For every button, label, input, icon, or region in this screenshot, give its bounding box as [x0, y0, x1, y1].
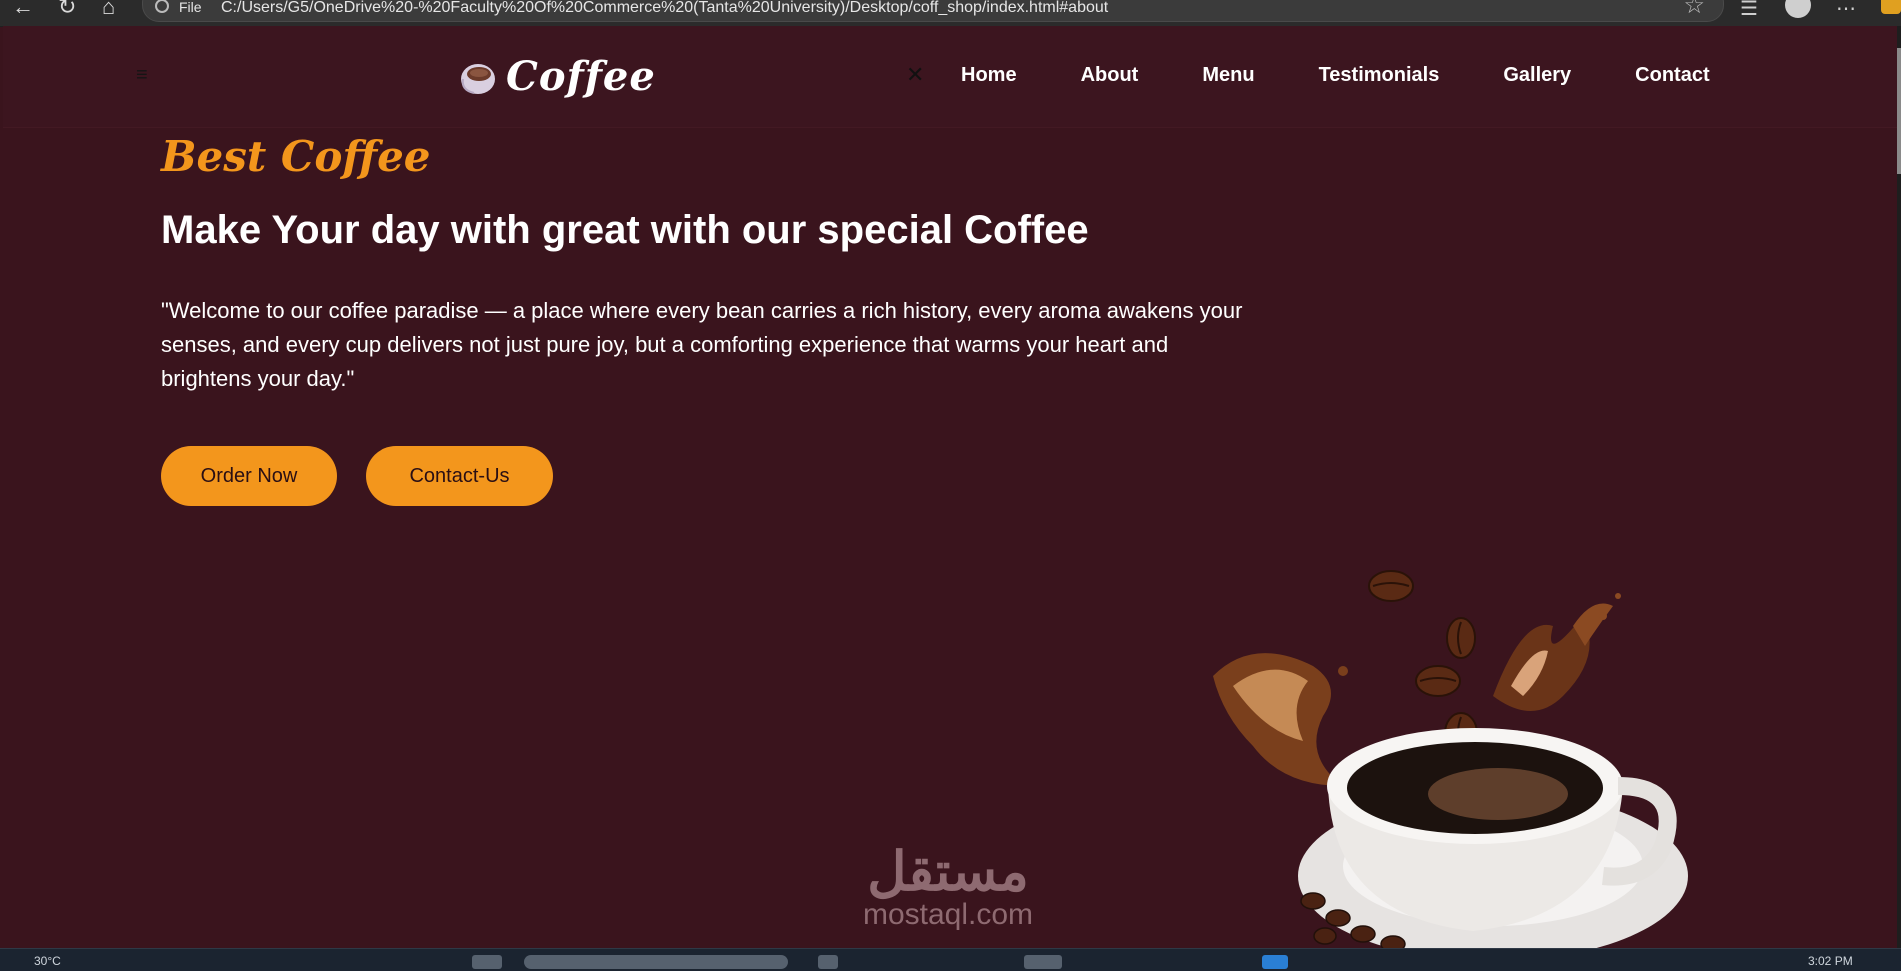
profile-avatar[interactable]: [1785, 0, 1811, 18]
order-now-button[interactable]: Order Now: [161, 446, 337, 506]
star-icon[interactable]: ☆: [1683, 0, 1705, 20]
close-icon[interactable]: ✕: [906, 62, 924, 88]
page-scrollbar[interactable]: [1897, 26, 1901, 948]
watermark-arabic: مستقل: [867, 842, 1029, 902]
watermark: مستقل mostaql.com: [833, 844, 1063, 930]
extension-icon[interactable]: [1881, 0, 1901, 14]
weather-readout[interactable]: 30°C: [34, 954, 61, 968]
back-icon[interactable]: ←: [12, 0, 34, 18]
hero-kicker: Best Coffee: [161, 132, 431, 181]
os-taskbar: 30°C 3:02 PM: [0, 948, 1901, 971]
clock[interactable]: 3:02 PM: [1808, 954, 1853, 968]
coffee-cup-illustration: [1193, 556, 1713, 948]
main-nav: Home About Menu Testimonials Gallery Con…: [961, 64, 1774, 87]
brand-name: Coffee: [506, 53, 656, 100]
nav-testimonials[interactable]: Testimonials: [1319, 64, 1440, 87]
browser-toolbar: ← ↻ ⌂ File C:/Users/G5/OneDrive%20-%20Fa…: [0, 0, 1901, 27]
hero-title: Make Your day with great with our specia…: [161, 208, 1089, 252]
task-view-icon[interactable]: [472, 955, 502, 969]
watermark-latin: mostaql.com: [862, 898, 1034, 931]
address-bar[interactable]: File C:/Users/G5/OneDrive%20-%20Faculty%…: [142, 0, 1724, 22]
site-info-icon[interactable]: [155, 0, 169, 13]
reload-icon[interactable]: ↻: [58, 0, 76, 18]
search-box[interactable]: [524, 955, 788, 969]
app-icon[interactable]: [1262, 955, 1288, 969]
scrollbar-thumb[interactable]: [1897, 48, 1901, 174]
edge-browser-icon[interactable]: [1024, 955, 1062, 969]
nav-gallery[interactable]: Gallery: [1503, 64, 1571, 87]
file-explorer-icon[interactable]: [818, 955, 838, 969]
contact-us-button[interactable]: Contact-Us: [366, 446, 553, 506]
favorites-icon[interactable]: ☰: [1740, 0, 1758, 21]
coffee-cup-icon: [458, 57, 498, 97]
home-icon[interactable]: ⌂: [102, 0, 115, 18]
hero-description: "Welcome to our coffee paradise — a plac…: [161, 298, 1243, 391]
site-logo[interactable]: Coffee: [458, 53, 656, 100]
more-options-icon[interactable]: ⋯: [1836, 0, 1856, 21]
url-scheme-label: File: [179, 0, 202, 15]
nav-about[interactable]: About: [1081, 64, 1139, 87]
nav-contact[interactable]: Contact: [1635, 64, 1709, 87]
hamburger-icon[interactable]: ≡: [136, 64, 148, 87]
site-header: ≡ Coffee ✕ Home About Menu Testimonials …: [3, 26, 1897, 128]
nav-menu[interactable]: Menu: [1202, 64, 1254, 87]
web-page: ≡ Coffee ✕ Home About Menu Testimonials …: [3, 26, 1897, 948]
nav-home[interactable]: Home: [961, 64, 1017, 87]
url-text[interactable]: C:/Users/G5/OneDrive%20-%20Faculty%20Of%…: [221, 0, 1108, 17]
